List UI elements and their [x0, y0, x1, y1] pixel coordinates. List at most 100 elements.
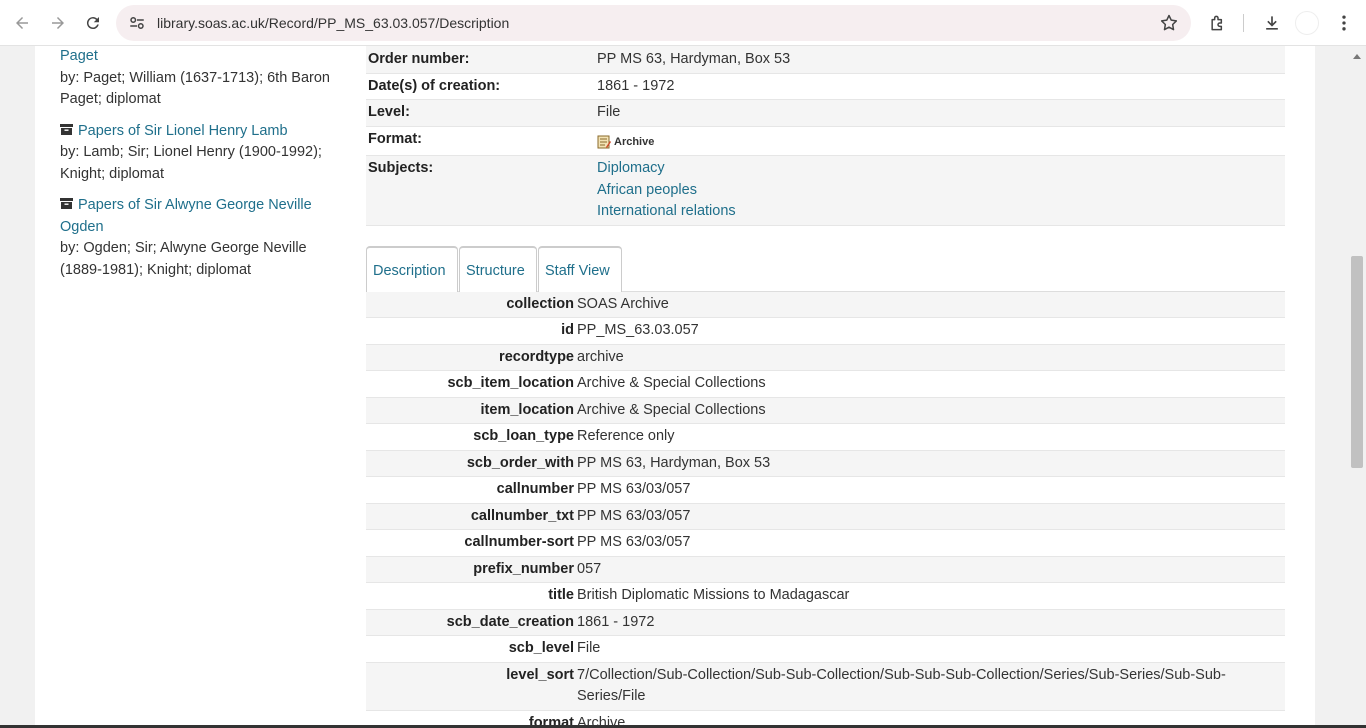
level-value: File: [597, 104, 621, 120]
sidebar-entry-author: by: Lamb; Sir; Lionel Henry (1900-1992);…: [60, 144, 322, 182]
staff-field-value: Reference only: [577, 423, 1285, 451]
staff-field-value: 7/Collection/Sub-Collection/Sub-Sub-Coll…: [577, 662, 1285, 711]
staff-field-value: PP MS 63/03/057: [577, 476, 1285, 504]
dates-value: 1861 - 1972: [597, 77, 675, 94]
site-settings-icon[interactable]: [128, 14, 146, 32]
downloads-button[interactable]: [1258, 9, 1286, 37]
staff-row: collection SOAS Archive: [366, 291, 1285, 318]
sidebar-entry-author: by: Ogden; Sir; Alwyne George Neville (1…: [60, 240, 307, 278]
staff-field-name: level_sort: [366, 662, 577, 711]
staff-row: recordtype archive: [366, 344, 1285, 371]
level-row: Level: File: [366, 100, 1285, 127]
staff-field-value: PP_MS_63.03.057: [577, 317, 1285, 345]
puzzle-icon: [1211, 15, 1223, 31]
reload-icon: [86, 17, 99, 30]
extensions-button[interactable]: [1204, 9, 1232, 37]
arrow-left-icon: [16, 17, 28, 29]
sidebar-entry-title[interactable]: Papers of Sir Lionel Henry Lamb: [78, 123, 288, 139]
similar-items-sidebar: Paget by: Paget; William (1637-1713); 6t…: [60, 46, 335, 291]
browser-toolbar: library.soas.ac.uk/Record/PP_MS_63.03.05…: [0, 0, 1366, 46]
staff-field-name: callnumber: [366, 476, 577, 504]
back-button[interactable]: [8, 9, 36, 37]
staff-field-value: 1861 - 1972: [577, 609, 1285, 636]
staff-row: scb_order_with PP MS 63, Hardyman, Box 53: [366, 450, 1285, 477]
staff-field-value: PP MS 63/03/057: [577, 503, 1285, 530]
subject-link-international-relations[interactable]: International relations: [597, 201, 1285, 223]
dates-label: Date(s) of creation:: [368, 77, 501, 94]
record-details: Order number: PP MS 63, Hardyman, Box 53…: [366, 46, 1285, 226]
staff-field-value: Archive & Special Collections: [577, 397, 1285, 424]
sidebar-entry-author: by: Paget; William (1637-1713); 6th Baro…: [60, 69, 330, 108]
staff-field-value: Archive & Special Collections: [577, 370, 1285, 398]
format-row: Format: Archive: [366, 127, 1285, 156]
tab-description[interactable]: Description: [366, 245, 458, 292]
address-bar[interactable]: library.soas.ac.uk/Record/PP_MS_63.03.05…: [116, 5, 1191, 41]
scrollbar-thumb[interactable]: [1351, 256, 1363, 468]
staff-field-name: item_location: [366, 397, 577, 424]
download-icon: [1266, 16, 1278, 30]
page-scrollbar[interactable]: [1349, 46, 1366, 728]
staff-field-value: PP MS 63, Hardyman, Box 53: [577, 450, 1285, 477]
sidebar-entry: Papers of Sir Lionel Henry Lamb by: Lamb…: [60, 121, 335, 186]
sidebar-entry-link[interactable]: Papers of Sir Alwyne George Neville Ogde…: [60, 195, 335, 238]
sidebar-entry-title[interactable]: Papers of Sir Alwyne George Neville Ogde…: [60, 197, 312, 235]
subjects-row: Subjects: Diplomacy African peoples Inte…: [366, 156, 1285, 226]
more-vertical-icon: [1342, 15, 1346, 31]
browser-menu-button[interactable]: [1330, 9, 1358, 37]
reload-button[interactable]: [79, 9, 107, 37]
bookmark-star-icon[interactable]: [1159, 13, 1179, 33]
page-content: Paget by: Paget; William (1637-1713); 6t…: [35, 46, 1315, 728]
staff-field-value: File: [577, 635, 1285, 663]
sidebar-entry-link[interactable]: Papers of Sir Lionel Henry Lamb: [60, 121, 335, 143]
tab-structure[interactable]: Structure: [459, 245, 537, 292]
archive-box-icon: [60, 198, 73, 209]
staff-row: callnumber PP MS 63/03/057: [366, 476, 1285, 504]
order-number-label: Order number:: [368, 51, 470, 67]
toolbar-divider: [1243, 14, 1244, 32]
staff-row: callnumber_txt PP MS 63/03/057: [366, 503, 1285, 530]
staff-row: scb_item_location Archive & Special Colle…: [366, 370, 1285, 398]
staff-row: title British Diplomatic Missions to Mada…: [366, 582, 1285, 610]
sidebar-entry-link[interactable]: Paget: [60, 46, 335, 68]
dates-row: Date(s) of creation: 1861 - 1972: [366, 74, 1285, 100]
sidebar-entry: Papers of Sir Alwyne George Neville Ogde…: [60, 195, 335, 281]
staff-row: scb_date_creation 1861 - 1972: [366, 609, 1285, 636]
staff-row: prefix_number 057: [366, 556, 1285, 583]
record-main: Order number: PP MS 63, Hardyman, Box 53…: [366, 46, 1285, 728]
order-number-row: Order number: PP MS 63, Hardyman, Box 53: [366, 46, 1285, 74]
staff-field-name: callnumber-sort: [366, 529, 577, 557]
staff-row: callnumber-sort PP MS 63/03/057: [366, 529, 1285, 557]
scroll-up-arrow[interactable]: [1353, 54, 1361, 59]
forward-button[interactable]: [44, 9, 72, 37]
url-text[interactable]: library.soas.ac.uk/Record/PP_MS_63.03.05…: [157, 15, 509, 31]
staff-field-name: title: [366, 582, 577, 610]
subject-link-diplomacy[interactable]: Diplomacy: [597, 158, 1285, 180]
subjects-value: Diplomacy African peoples International …: [597, 156, 1285, 225]
order-number-value: PP MS 63, Hardyman, Box 53: [597, 51, 791, 67]
profile-avatar[interactable]: [1295, 11, 1319, 35]
staff-field-name: scb_order_with: [366, 450, 577, 477]
subject-link-african-peoples[interactable]: African peoples: [597, 180, 1285, 202]
record-tabs: Description Structure Staff View: [366, 245, 1285, 292]
staff-field-name: prefix_number: [366, 556, 577, 583]
staff-row: scb_level File: [366, 635, 1285, 663]
format-label: Format:: [368, 130, 422, 147]
staff-view-table: collection SOAS Archive id PP_MS_63.03.057 r…: [366, 291, 1285, 728]
staff-field-name: scb_level: [366, 635, 577, 663]
staff-field-value: 057: [577, 556, 1285, 583]
staff-row: item_location Archive & Special Collectio…: [366, 397, 1285, 424]
sidebar-entry-title[interactable]: Paget: [60, 48, 98, 64]
staff-field-name: recordtype: [366, 344, 577, 371]
staff-field-value: PP MS 63/03/057: [577, 529, 1285, 557]
archive-box-icon: [60, 123, 73, 135]
staff-field-name: scb_date_creation: [366, 609, 577, 636]
tab-staff-view[interactable]: Staff View: [538, 245, 622, 292]
staff-row: id PP_MS_63.03.057: [366, 317, 1285, 345]
level-label: Level:: [368, 104, 410, 120]
staff-field-value: SOAS Archive: [577, 291, 1285, 318]
staff-field-name: callnumber_txt: [366, 503, 577, 530]
document-format-icon: [597, 135, 611, 149]
subjects-label: Subjects:: [368, 160, 434, 176]
format-value: Archive: [597, 127, 1285, 156]
staff-row: scb_loan_type Reference only: [366, 423, 1285, 451]
